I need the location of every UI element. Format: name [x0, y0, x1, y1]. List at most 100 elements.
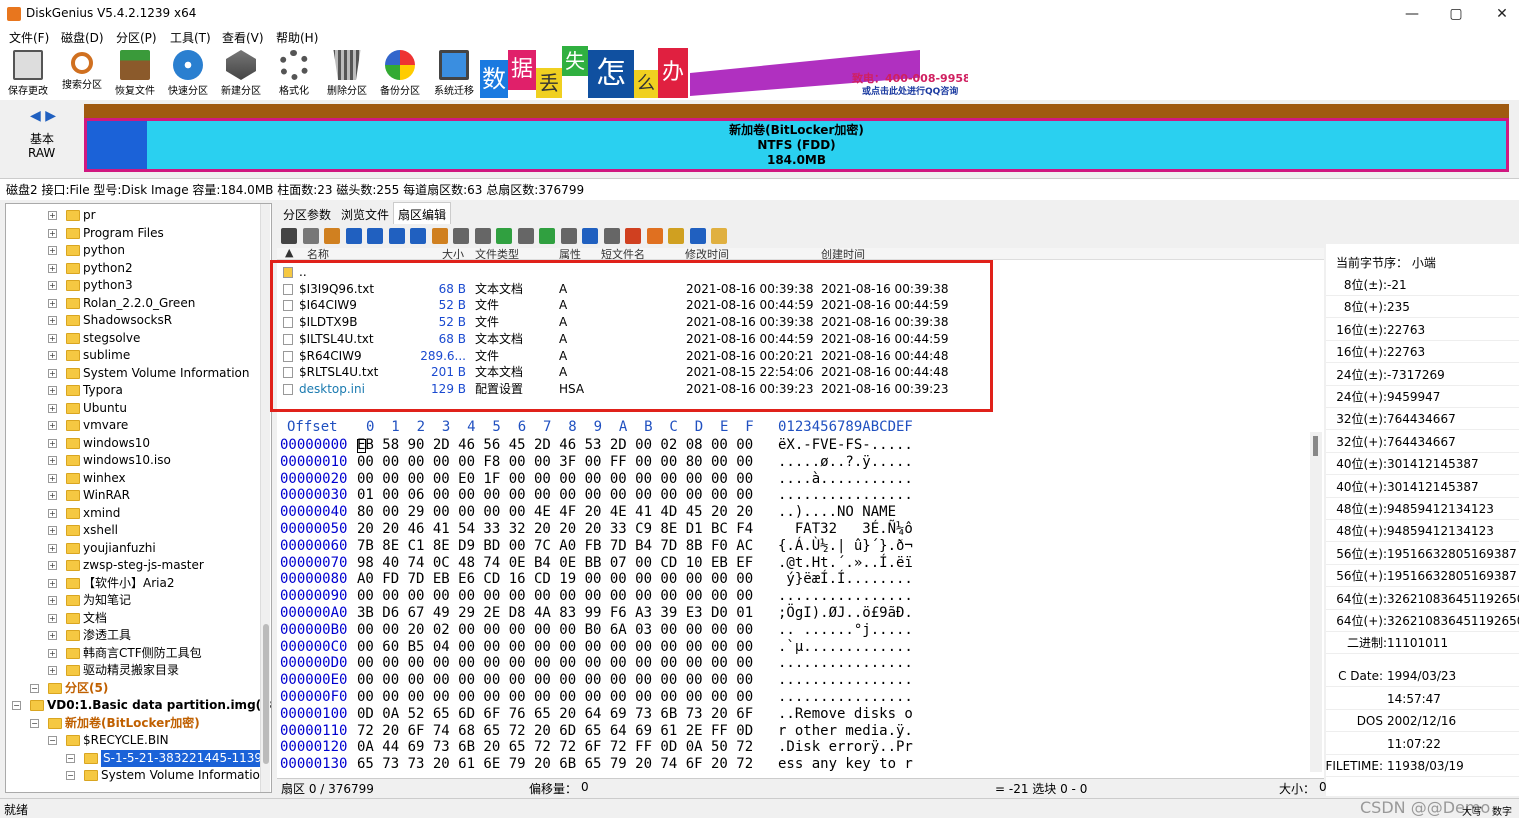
expand-icon[interactable]: +: [48, 456, 57, 465]
hex-ascii[interactable]: .Disk errorÿ..Pr: [778, 739, 913, 756]
down-icon[interactable]: [496, 228, 512, 244]
interpreter-value[interactable]: -21: [1387, 274, 1407, 295]
menu-help[interactable]: 帮助(H): [276, 29, 318, 46]
col-ctime[interactable]: 创建时间: [821, 248, 865, 259]
expand-icon[interactable]: +: [48, 648, 57, 658]
collapse-icon[interactable]: −: [30, 719, 39, 728]
interpreter-value[interactable]: 11101011: [1387, 632, 1448, 653]
hex-bytes[interactable]: 98 40 74 0C 48 74 0E B4 0E BB 07 00 CD 1…: [357, 555, 753, 572]
undo-icon[interactable]: [345, 228, 362, 244]
format-button[interactable]: 格式化: [269, 48, 319, 98]
hex-bytes[interactable]: 00 00 00 00 00 00 00 00 00 00 00 00 00 0…: [357, 655, 753, 672]
hex-bytes[interactable]: 80 00 29 00 00 00 00 4E 4F 20 4E 41 4D 4…: [357, 504, 753, 521]
interpreter-value[interactable]: 22763: [1387, 341, 1425, 362]
hex-bytes[interactable]: A0 FD 7D EB E6 CD 16 CD 19 00 00 00 00 0…: [357, 571, 753, 588]
hex-ascii[interactable]: ëX.-FVE-FS-.....: [778, 437, 913, 454]
collapse-icon[interactable]: −: [30, 684, 39, 693]
hex-ascii[interactable]: .`µ.............: [778, 639, 913, 656]
expand-icon[interactable]: +: [48, 298, 57, 308]
hex-ascii[interactable]: .. ......°j.....: [778, 622, 913, 639]
expand-icon[interactable]: +: [48, 368, 57, 378]
interpreter-value[interactable]: 3262108364511926507: [1387, 610, 1519, 631]
interpreter-value[interactable]: -7317269: [1387, 364, 1445, 385]
interpreter-value[interactable]: 9459947: [1387, 386, 1440, 407]
expand-icon[interactable]: +: [48, 333, 57, 343]
expand-icon[interactable]: +: [48, 211, 57, 220]
interpreter-value[interactable]: 301412145387: [1387, 453, 1479, 474]
expand-icon[interactable]: +: [48, 491, 57, 500]
expand-icon[interactable]: +: [48, 246, 57, 255]
delete-partition-button[interactable]: 删除分区: [322, 48, 372, 98]
backup-partition-button[interactable]: 备份分区: [375, 48, 425, 98]
menu-partition[interactable]: 分区(P): [116, 29, 157, 46]
hex-bytes[interactable]: 20 20 46 41 54 33 32 20 20 20 33 C9 8E D…: [357, 521, 753, 538]
find-next-icon[interactable]: [388, 228, 405, 244]
hex-bytes[interactable]: 00 60 B5 04 00 00 00 00 00 00 00 00 00 0…: [357, 639, 753, 656]
hex-ascii[interactable]: ..)....NO NAME: [778, 504, 913, 521]
new-partition-button[interactable]: 新建分区: [216, 48, 266, 98]
hex-bytes[interactable]: 65 73 73 20 61 6E 79 20 6B 65 79 20 74 6…: [357, 756, 753, 773]
disk-nav-arrows[interactable]: ◀ ▶: [30, 108, 56, 124]
expand-icon[interactable]: +: [48, 473, 57, 483]
expand-icon[interactable]: +: [48, 403, 57, 413]
hex-ascii[interactable]: ;ÖgI).ØJ..ö£9ãÐ.: [778, 605, 913, 622]
interpreter-value[interactable]: 301412145387: [1387, 476, 1479, 497]
col-size[interactable]: 大小: [442, 248, 464, 259]
collapse-icon[interactable]: −: [66, 771, 75, 780]
hex-ascii[interactable]: .....ø..?.ÿ.....: [778, 454, 913, 471]
hex-bytes[interactable]: 00 00 00 00 00 00 00 00 00 00 00 00 00 0…: [357, 588, 753, 605]
hex-ascii[interactable]: .@t.Ht.´.»..Í.ëï: [778, 555, 913, 572]
hex-bytes[interactable]: 00 00 00 00 00 F8 00 00 3F 00 FF 00 00 8…: [357, 454, 753, 471]
expand-icon[interactable]: +: [48, 386, 57, 395]
hex-bytes[interactable]: 0D 0A 52 65 6D 6F 76 65 20 64 69 73 6B 7…: [357, 706, 753, 723]
tree-scrollbar[interactable]: [260, 204, 270, 792]
hex-ascii[interactable]: ess any key to r: [778, 756, 913, 773]
date-value[interactable]: 11938/03/19: [1387, 755, 1464, 776]
expand-icon[interactable]: +: [48, 316, 57, 325]
hex-ascii[interactable]: r other media.ÿ.: [778, 723, 913, 740]
prev-icon[interactable]: [560, 228, 577, 244]
banner-qq[interactable]: 或点击此处进行QQ咨询: [862, 84, 958, 97]
hex-scrollbar[interactable]: [1310, 432, 1322, 772]
hex-bytes[interactable]: 00 00 20 02 00 00 00 00 00 B0 6A 03 00 0…: [357, 622, 753, 639]
interpreter-value[interactable]: 94859412134123: [1387, 498, 1494, 519]
expand-icon[interactable]: +: [48, 438, 57, 448]
expand-icon[interactable]: +: [48, 613, 57, 623]
menu-disk[interactable]: 磁盘(D): [61, 29, 104, 46]
quick-partition-button[interactable]: 快速分区: [163, 48, 213, 98]
hex-ascii[interactable]: FAT32 3É.Ñ¼ô: [778, 521, 913, 538]
goto-icon[interactable]: [410, 228, 426, 244]
expand-icon[interactable]: +: [48, 228, 57, 238]
close-button[interactable]: ✕: [1479, 0, 1519, 28]
expand-icon[interactable]: +: [48, 508, 57, 518]
expand-icon[interactable]: +: [48, 596, 57, 605]
expand-icon[interactable]: +: [48, 526, 57, 535]
expand-icon[interactable]: +: [48, 281, 57, 290]
menu-file[interactable]: 文件(F): [9, 29, 49, 46]
expand-icon[interactable]: +: [48, 543, 57, 553]
find-icon[interactable]: [367, 228, 383, 244]
recover-files-button[interactable]: 恢复文件: [110, 48, 160, 98]
col-name[interactable]: 名称: [307, 248, 329, 259]
system-migration-button[interactable]: 系统迁移: [429, 48, 479, 98]
collapse-icon[interactable]: −: [66, 754, 75, 763]
hex-editor[interactable]: Offset 0 1 2 3 4 5 6 7 8 9 A B C D E F 012…: [277, 418, 1324, 775]
partition-block[interactable]: 新加卷(BitLocker加密) NTFS (FDD) 184.0MB: [84, 118, 1509, 172]
hex-ascii[interactable]: ....à...........: [778, 471, 913, 488]
byte-order[interactable]: 当前字节序： 小端: [1336, 254, 1436, 271]
promo-banner[interactable]: 数 据 丢 失 怎 么 办 DiskGenius 团队为您服务 致电：400-0…: [480, 46, 968, 98]
hex-ascii[interactable]: {.Á.Ù½.| û}´}.ð¬: [778, 538, 913, 555]
date-value[interactable]: 2002/12/16: [1387, 710, 1456, 731]
hex-bytes[interactable]: 01 00 06 00 00 00 00 00 00 00 00 00 00 0…: [357, 487, 753, 504]
expand-icon[interactable]: +: [48, 578, 57, 588]
paste-icon[interactable]: [324, 228, 340, 244]
bookmark-icon[interactable]: [431, 228, 448, 244]
hex-bytes[interactable]: EB 58 90 2D 46 56 45 2D 46 53 2D 00 02 0…: [357, 437, 753, 454]
interpreter-value[interactable]: 235: [1387, 296, 1410, 317]
expand-icon[interactable]: +: [48, 666, 57, 675]
col-mtime[interactable]: 修改时间: [685, 248, 729, 259]
expand-icon[interactable]: +: [48, 263, 57, 273]
hex-bytes[interactable]: 72 20 6F 74 68 65 72 20 6D 65 64 69 61 2…: [357, 723, 753, 740]
hex-ascii[interactable]: ................: [778, 588, 913, 605]
menu-view[interactable]: 查看(V): [222, 29, 264, 46]
